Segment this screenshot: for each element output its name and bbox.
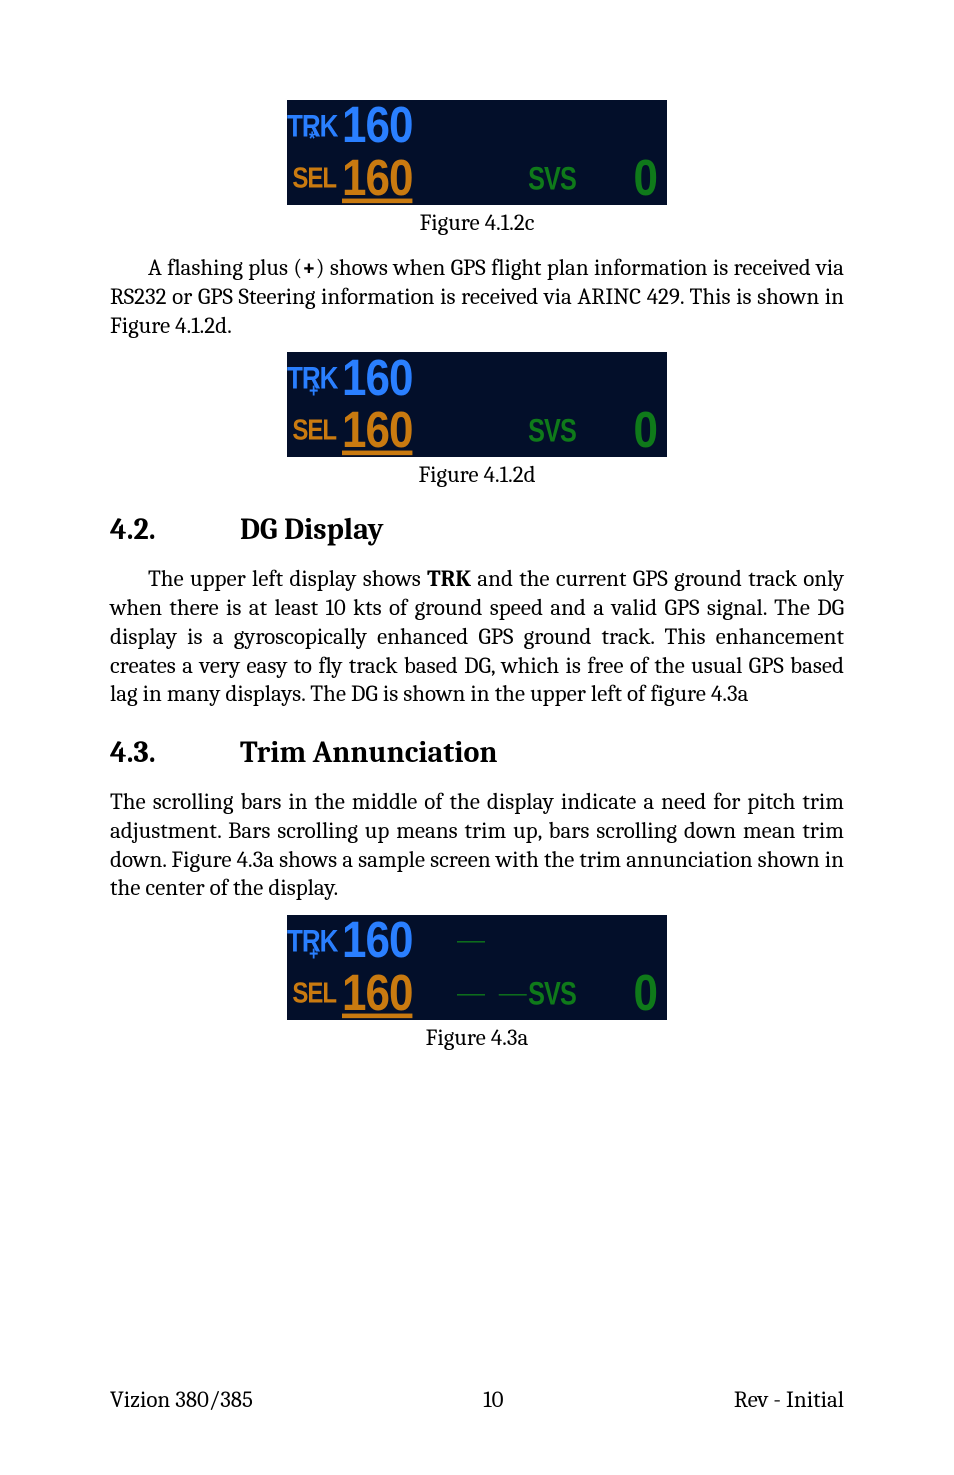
sel-value: 160 (342, 150, 457, 208)
lcd-display-1: TRK* 160 SEL 160 SVS 0 (287, 100, 667, 205)
lcd-display-3: TRK+ 160 — SEL 160 — — SVS 0 (287, 915, 667, 1020)
paragraph-3: The scrolling bars in the middle of the … (110, 788, 844, 903)
sel-label: SEL (287, 162, 342, 196)
footer-right: Rev - Initial (734, 1386, 844, 1413)
trim-bars-top: — (457, 938, 497, 945)
heading-4-2: 4.2. DG Display (110, 512, 844, 547)
figure-4-3a: TRK+ 160 — SEL 160 — — SVS 0 Figure 4.3a (110, 915, 844, 1051)
paragraph-2: The upper left display shows TRK and the… (110, 565, 844, 709)
svs-label: SVS (503, 413, 602, 450)
svs-label: SVS (503, 975, 602, 1012)
trk-symbol-plus: + (309, 944, 317, 966)
trim-bars-bottom: — — (457, 990, 497, 997)
trk-label: TRK+ (287, 360, 342, 397)
trk-symbol-asterisk: * (309, 129, 314, 151)
trk-symbol-plus: + (309, 382, 317, 404)
sel-value: 160 (342, 965, 457, 1023)
sel-value: 160 (342, 402, 457, 460)
heading-title: DG Display (240, 512, 384, 547)
figure-caption: Figure 4.1.2d (418, 461, 535, 488)
figure-caption: Figure 4.3a (426, 1024, 529, 1051)
svs-label: SVS (503, 160, 602, 197)
footer-left: Vizion 380/385 (110, 1386, 253, 1413)
trk-label: TRK* (287, 108, 342, 145)
footer-page-number: 10 (483, 1386, 503, 1413)
paragraph-1: A flashing plus (+) shows when GPS fligh… (110, 254, 844, 340)
trk-value: 160 (342, 350, 457, 408)
svs-value: 0 (607, 965, 667, 1023)
heading-number: 4.3. (110, 735, 240, 770)
heading-title: Trim Annunciation (240, 735, 498, 770)
page-footer: Vizion 380/385 10 Rev - Initial (110, 1386, 844, 1413)
lcd-display-2: TRK+ 160 SEL 160 SVS 0 (287, 352, 667, 457)
figure-4-1-2c: TRK* 160 SEL 160 SVS 0 Figure 4.1.2c (110, 100, 844, 236)
svs-value: 0 (607, 150, 667, 208)
heading-number: 4.2. (110, 512, 240, 547)
figure-4-1-2d: TRK+ 160 SEL 160 SVS 0 Figure 4.1.2d (110, 352, 844, 488)
sel-label: SEL (287, 977, 342, 1011)
trk-value: 160 (342, 98, 457, 156)
svs-value: 0 (607, 402, 667, 460)
figure-caption: Figure 4.1.2c (420, 209, 535, 236)
heading-4-3: 4.3. Trim Annunciation (110, 735, 844, 770)
sel-label: SEL (287, 414, 342, 448)
trk-label: TRK+ (287, 923, 342, 960)
trk-value: 160 (342, 913, 457, 971)
